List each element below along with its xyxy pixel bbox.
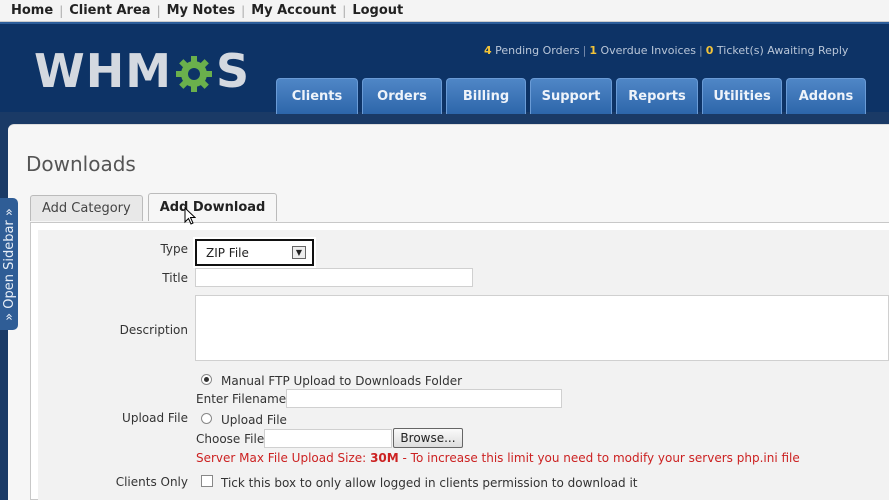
- nav-addons[interactable]: Addons: [786, 78, 866, 114]
- pending-orders-count: 4: [484, 44, 492, 57]
- upload-file-label: Upload File: [122, 411, 188, 425]
- page-title: Downloads: [26, 152, 136, 176]
- clients-only-label: Clients Only: [115, 475, 188, 489]
- radio-ftp-upload[interactable]: [201, 374, 212, 385]
- nav-utilities[interactable]: Utilities: [702, 78, 782, 114]
- nav-clients[interactable]: Clients: [276, 78, 358, 114]
- clients-only-checkbox[interactable]: [201, 475, 213, 487]
- whmcs-logo[interactable]: WHM S: [34, 44, 250, 98]
- chevron-down-icon: ▼: [292, 246, 306, 259]
- downloads-tabs: Add Category Add Download: [30, 193, 278, 221]
- toplink-my-notes[interactable]: My Notes: [167, 3, 236, 18]
- main-nav: Clients Orders Billing Support Reports U…: [276, 78, 866, 114]
- clients-only-description: Tick this box to only allow logged in cl…: [221, 476, 638, 490]
- ftp-upload-option-label: Manual FTP Upload to Downloads Folder: [221, 374, 463, 388]
- gear-icon: [174, 51, 214, 92]
- separator: |: [699, 44, 703, 57]
- title-input[interactable]: [195, 268, 473, 287]
- warning-suffix: - To increase this limit you need to mod…: [402, 451, 800, 465]
- open-sidebar-label: » Open Sidebar »: [1, 207, 17, 321]
- open-sidebar-toggle[interactable]: » Open Sidebar »: [0, 198, 18, 330]
- separator: |: [241, 3, 246, 18]
- top-links-bar: Home | Client Area | My Notes | My Accou…: [0, 0, 889, 22]
- separator: |: [156, 3, 161, 18]
- toplink-logout[interactable]: Logout: [352, 3, 403, 18]
- type-select-value: ZIP File: [206, 245, 249, 260]
- toplink-client-area[interactable]: Client Area: [69, 3, 150, 18]
- header-alerts: 4 Pending Orders | 1 Overdue Invoices | 0 Ti…: [484, 44, 848, 57]
- logo-text-prefix: WHM: [34, 44, 173, 98]
- logo-text-suffix: S: [216, 44, 251, 98]
- toplink-home[interactable]: Home: [11, 3, 53, 18]
- tab-add-download[interactable]: Add Download: [147, 193, 278, 221]
- browse-button[interactable]: Browse...: [393, 428, 463, 448]
- toplink-my-account[interactable]: My Account: [251, 3, 336, 18]
- choose-file-label: Choose File:: [196, 432, 269, 446]
- file-path-input[interactable]: [264, 429, 392, 448]
- warning-prefix: Server Max File Upload Size:: [196, 451, 367, 465]
- tab-add-category[interactable]: Add Category: [30, 195, 143, 221]
- header: WHM S 4 Pending Orders | 1 Overdue Invoi…: [0, 22, 889, 114]
- upload-file-option-label: Upload File: [221, 413, 287, 427]
- nav-orders[interactable]: Orders: [362, 78, 442, 114]
- filename-input[interactable]: [286, 389, 562, 408]
- mouse-cursor-icon: [184, 207, 196, 225]
- separator: |: [59, 3, 64, 18]
- nav-reports[interactable]: Reports: [616, 78, 698, 114]
- separator: |: [582, 44, 587, 57]
- separator: |: [342, 3, 347, 18]
- title-label: Title: [162, 271, 188, 285]
- overdue-invoices-count: 1: [589, 44, 597, 57]
- radio-upload-file[interactable]: [201, 413, 212, 424]
- nav-support[interactable]: Support: [530, 78, 612, 114]
- warning-size: 30M: [370, 451, 399, 465]
- overdue-invoices-link[interactable]: Overdue Invoices: [601, 44, 697, 57]
- type-label: Type: [160, 242, 188, 256]
- tickets-count: 0: [705, 44, 714, 57]
- description-label: Description: [119, 323, 188, 337]
- pending-orders-link[interactable]: Pending Orders: [495, 44, 579, 57]
- enter-filename-label: Enter Filename:: [196, 392, 291, 406]
- tickets-link[interactable]: Ticket(s) Awaiting Reply: [717, 44, 849, 57]
- upload-size-warning: Server Max File Upload Size: 30M - To in…: [196, 451, 800, 465]
- type-select[interactable]: ZIP File ▼: [195, 239, 314, 266]
- nav-billing[interactable]: Billing: [446, 78, 526, 114]
- description-textarea[interactable]: [195, 295, 889, 361]
